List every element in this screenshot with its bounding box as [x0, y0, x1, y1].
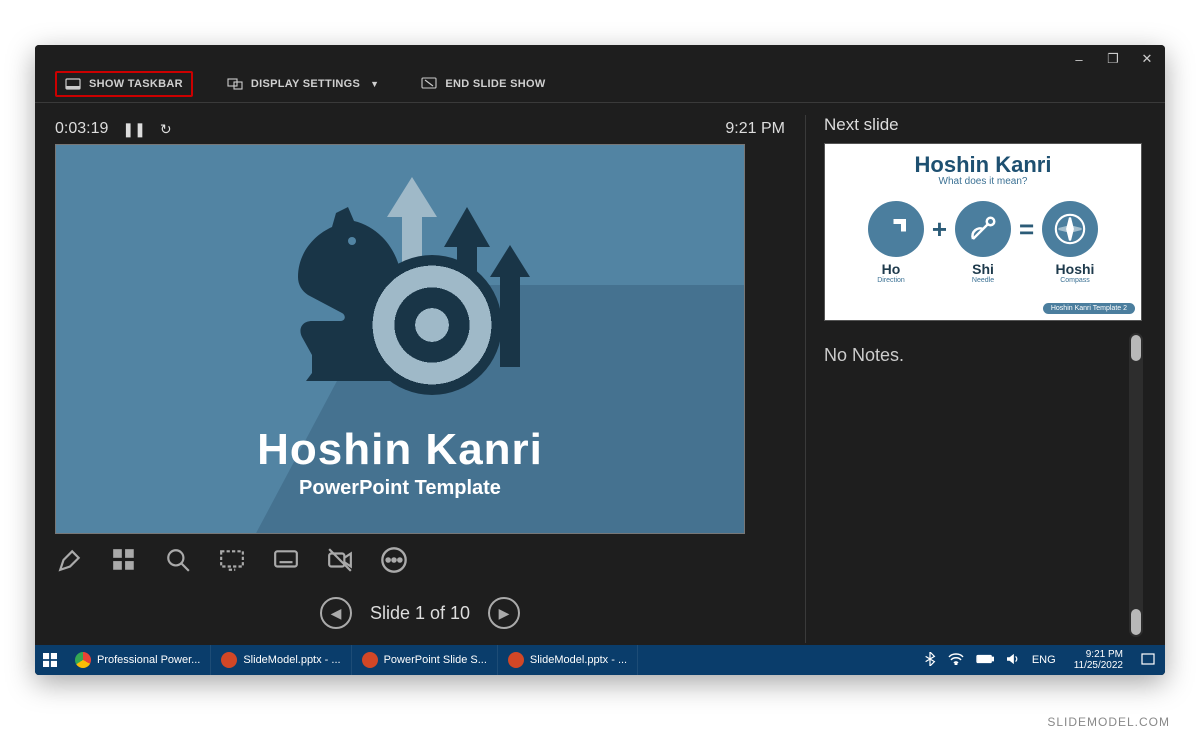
slide-counter: Slide 1 of 10: [370, 603, 470, 624]
notes-scrollbar[interactable]: [1129, 333, 1143, 637]
display-settings-button[interactable]: DISPLAY SETTINGS ▼: [219, 72, 388, 96]
taskbar-app-chrome[interactable]: Professional Power...: [65, 645, 211, 675]
next-slide-button[interactable]: ▶: [488, 597, 520, 629]
end-slideshow-label: END SLIDE SHOW: [445, 78, 545, 90]
next-slide-labels: HoDirection ShiNeedle HoshiCompass: [825, 261, 1141, 284]
next-slide-graphic: + =: [825, 201, 1141, 257]
camera-off-button[interactable]: [325, 545, 355, 575]
taskbar-app-label: SlideModel.pptx - ...: [243, 654, 340, 666]
next-slide-heading: Next slide: [824, 115, 1143, 135]
presenter-tools: [55, 545, 409, 575]
next-slide-panel: Next slide Hoshin Kanri What does it mea…: [805, 115, 1143, 643]
timer-row: 0:03:19 ❚❚ ↻ 9:21 PM: [55, 115, 785, 143]
show-taskbar-label: SHOW TASKBAR: [89, 78, 183, 90]
powerpoint-icon: [362, 652, 378, 668]
bluetooth-icon[interactable]: [924, 652, 936, 669]
black-screen-button[interactable]: [217, 545, 247, 575]
taskbar-app-powerpoint-3[interactable]: SlideModel.pptx - ...: [498, 645, 638, 675]
slide-subtitle: PowerPoint Template: [56, 477, 744, 500]
chevron-down-icon: ▼: [370, 79, 379, 89]
watermark: SLIDEMODEL.COM: [1047, 715, 1170, 729]
wifi-icon[interactable]: [948, 653, 964, 668]
target-graphic: [362, 255, 502, 395]
taskbar-icon: [65, 76, 81, 92]
next-slide-subtitle: What does it mean?: [825, 176, 1141, 187]
taskbar-app-label: PowerPoint Slide S...: [384, 654, 487, 666]
taskbar-app-label: Professional Power...: [97, 654, 200, 666]
see-all-slides-button[interactable]: [109, 545, 139, 575]
end-slideshow-button[interactable]: END SLIDE SHOW: [413, 72, 553, 96]
start-button[interactable]: [35, 653, 65, 667]
plus-symbol: +: [932, 214, 947, 245]
presenter-view-window: – ❐ ✕ SHOW TASKBAR DISPLAY SETTINGS ▼ EN…: [35, 45, 1165, 675]
slide-navigation: ◀ Slide 1 of 10 ▶: [55, 597, 785, 629]
pen-tool[interactable]: [55, 545, 85, 575]
more-options-button[interactable]: [379, 545, 409, 575]
taskbar-app-label: SlideModel.pptx - ...: [530, 654, 627, 666]
previous-slide-button[interactable]: ◀: [320, 597, 352, 629]
battery-icon[interactable]: [976, 654, 994, 667]
needle-circle-icon: [955, 201, 1011, 257]
next-slide-thumbnail[interactable]: Hoshin Kanri What does it mean? + = HoDi…: [824, 143, 1142, 321]
reset-timer-button[interactable]: ↻: [160, 121, 172, 138]
system-tray: ENG 9:21 PM 11/25/2022: [924, 649, 1165, 671]
notes-text: No Notes.: [824, 345, 1143, 366]
language-indicator[interactable]: ENG: [1032, 654, 1056, 666]
compass-circle-icon: [1042, 201, 1098, 257]
presenter-toolbar: SHOW TASKBAR DISPLAY SETTINGS ▼ END SLID…: [35, 65, 1165, 103]
notification-center-icon[interactable]: [1141, 653, 1155, 668]
end-slideshow-icon: [421, 76, 437, 92]
show-taskbar-button[interactable]: SHOW TASKBAR: [55, 71, 193, 97]
display-settings-icon: [227, 76, 243, 92]
taskbar-clock[interactable]: 9:21 PM 11/25/2022: [1068, 649, 1129, 671]
current-time: 9:21 PM: [725, 120, 785, 138]
windows-taskbar: Professional Power... SlideModel.pptx - …: [35, 645, 1165, 675]
slide-title: Hoshin Kanri: [56, 425, 744, 475]
elapsed-time: 0:03:19: [55, 120, 108, 138]
equals-symbol: =: [1019, 214, 1034, 245]
display-settings-label: DISPLAY SETTINGS: [251, 78, 360, 90]
volume-icon[interactable]: [1006, 653, 1020, 668]
current-slide[interactable]: Hoshin Kanri PowerPoint Template: [55, 144, 745, 534]
taskbar-app-powerpoint-1[interactable]: SlideModel.pptx - ...: [211, 645, 351, 675]
arrow-circle-icon: [868, 201, 924, 257]
zoom-button[interactable]: [163, 545, 193, 575]
next-slide-title: Hoshin Kanri: [825, 152, 1141, 178]
chrome-icon: [75, 652, 91, 668]
next-slide-footer: Hoshin Kanri Template 2: [1043, 303, 1135, 314]
taskbar-app-powerpoint-2[interactable]: PowerPoint Slide S...: [352, 645, 498, 675]
powerpoint-icon: [508, 652, 524, 668]
pause-timer-button[interactable]: ❚❚: [122, 121, 145, 138]
powerpoint-icon: [221, 652, 237, 668]
subtitle-button[interactable]: [271, 545, 301, 575]
